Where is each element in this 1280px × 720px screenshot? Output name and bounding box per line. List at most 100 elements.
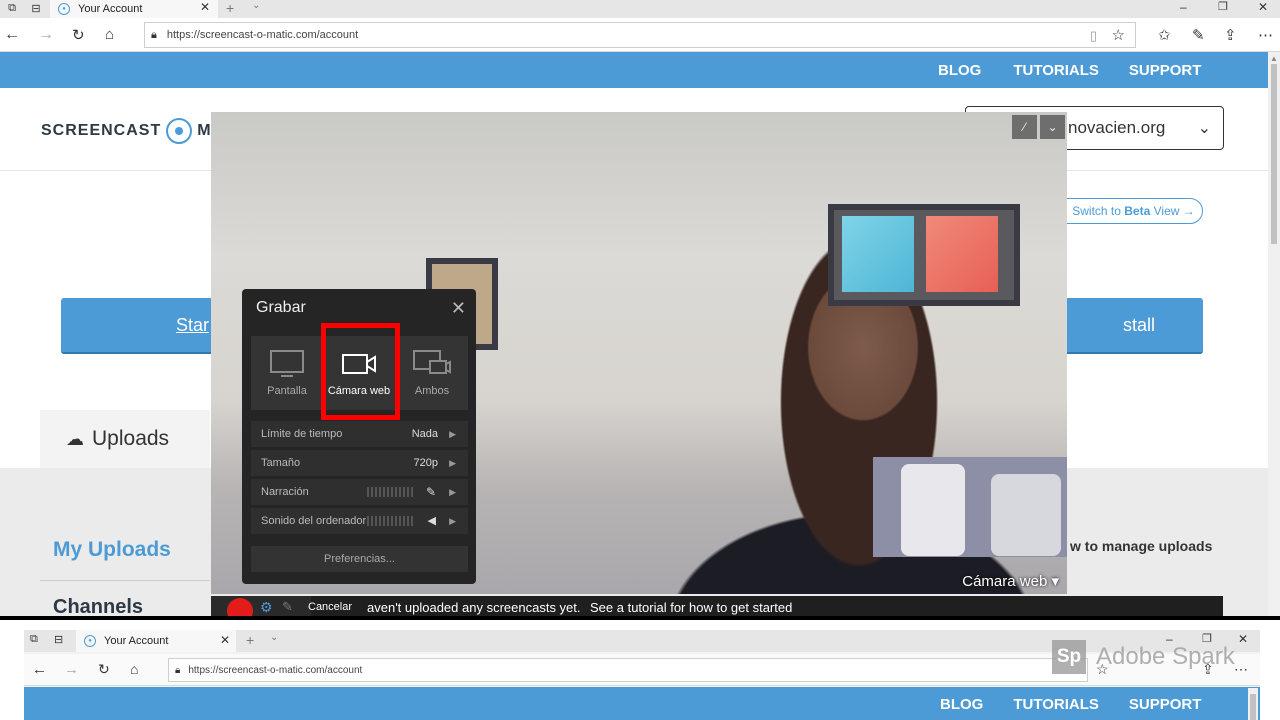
beta-strong: Beta [1124, 204, 1151, 218]
url-text: https://screencast-o-matic.com/account [166, 29, 359, 41]
tab-manager-icon[interactable]: ⧉ [30, 633, 38, 646]
forward-icon[interactable]: → [38, 26, 54, 44]
uploads-divider [40, 580, 210, 581]
forward-icon[interactable]: → [64, 661, 79, 678]
camera-source-label: Cámara web [962, 573, 1048, 590]
refresh-icon[interactable]: ↻ [72, 26, 85, 44]
setting-narration[interactable]: Narración ✎ ▶ [251, 479, 468, 505]
chevron-right-icon: ▶ [449, 428, 456, 439]
camera-effects-button[interactable]: ⁄ [1012, 115, 1037, 139]
home-icon[interactable]: ⌂ [130, 661, 138, 677]
computer-sound-level-meter [367, 516, 415, 526]
address-bar[interactable]: 🔒︎ https://screencast-o-matic.com/accoun… [168, 658, 1088, 682]
setting-computer-sound[interactable]: Sonido del ordenador ◀ ▶ [251, 508, 468, 534]
camera-source-select[interactable]: Cámara web ▾ [962, 572, 1059, 590]
scroll-up-icon[interactable]: ▲ [1270, 54, 1278, 63]
reading-view-icon[interactable]: ▯ [1090, 28, 1097, 44]
tab-manager-icon[interactable]: ⧉ [4, 1, 20, 15]
set-aside-tabs-icon[interactable]: ⊟ [54, 633, 63, 646]
my-uploads-heading[interactable]: My Uploads [53, 538, 171, 562]
chevron-down-icon: ⌄ [1197, 120, 1211, 137]
site-logo[interactable]: SCREENCAST MA [41, 118, 224, 144]
pen-icon[interactable]: ✎ [282, 599, 293, 615]
adobe-spark-logo: Sp [1052, 640, 1086, 674]
more-menu-icon[interactable]: ⋯ [1234, 661, 1248, 678]
nav-support[interactable]: SUPPORT [1129, 696, 1202, 713]
setting-label: Tamaño [261, 457, 301, 469]
lock-icon: 🔒︎ [151, 28, 157, 41]
speaker-icon: ◀ [427, 515, 436, 527]
manage-uploads-link[interactable]: w to manage uploads [1070, 538, 1212, 554]
close-tab-icon[interactable]: ✕ [220, 633, 230, 647]
nav-support[interactable]: SUPPORT [1129, 62, 1202, 79]
recording-control-bar: ⚙ ✎ Cancelar aven't uploaded any screenc… [211, 596, 1223, 616]
close-icon[interactable]: ✕ [451, 298, 466, 319]
favorites-hub-icon[interactable]: ✩ [1158, 26, 1171, 44]
recorder-panel: Grabar ✕ Pantalla Cámara web Ambos Límit… [242, 289, 476, 584]
maximize-icon[interactable]: ❐ [1218, 0, 1228, 13]
close-tab-icon[interactable]: ✕ [200, 0, 210, 14]
new-tab-icon[interactable]: + [246, 632, 254, 648]
tutorial-link[interactable]: See a tutorial for how to get started [590, 600, 792, 615]
tab-your-account[interactable]: ● Your Account ✕ [76, 630, 236, 652]
monitor-icon [270, 350, 304, 377]
more-menu-icon[interactable]: ⋯ [1258, 26, 1273, 44]
start-recording-link[interactable]: Star [176, 315, 209, 336]
favicon-icon: ● [84, 635, 96, 647]
channels-heading[interactable]: Channels [53, 596, 143, 616]
close-window-icon[interactable]: ✕ [1258, 0, 1268, 14]
install-link[interactable]: stall [1123, 315, 1155, 336]
mode-pantalla[interactable]: Pantalla [253, 336, 321, 410]
mode-camara-web[interactable]: Cámara web [325, 336, 393, 410]
screen-and-camera-icon [413, 350, 451, 374]
nav-blog[interactable]: BLOG [938, 62, 981, 79]
logo-circle-icon [166, 118, 193, 144]
sofa-cushion-left [901, 464, 965, 556]
nav-tutorials[interactable]: TUTORIALS [1013, 62, 1099, 79]
browser-window-top: ⧉ ⊟ ● Your Account ✕ + ⌄ – ❐ ✕ ← → ↻ ⌂ 🔒… [0, 0, 1280, 616]
settings-gear-icon[interactable]: ⚙ [260, 599, 273, 616]
tab-preview-icon[interactable]: ⌄ [270, 632, 278, 643]
mode-ambos[interactable]: Ambos [398, 336, 466, 410]
share-icon[interactable]: ⇪ [1224, 26, 1237, 44]
page-scrollbar[interactable]: ▲ [1268, 52, 1280, 616]
tab-your-account[interactable]: ● Your Account ✕ [50, 0, 218, 18]
video-camera-icon [342, 354, 376, 374]
tab-bar: ⧉ ⊟ ● Your Account ✕ + ⌄ – ❐ ✕ [0, 0, 1280, 18]
tab-title: Your Account [78, 3, 143, 15]
home-icon[interactable]: ⌂ [105, 26, 114, 43]
refresh-icon[interactable]: ↻ [98, 661, 110, 678]
scroll-thumb[interactable] [1250, 694, 1256, 720]
close-window-icon[interactable]: ✕ [1238, 632, 1248, 646]
nav-blog[interactable]: BLOG [940, 696, 983, 713]
beta-suffix: View → [1150, 204, 1195, 218]
set-aside-tabs-icon[interactable]: ⊟ [28, 1, 44, 15]
camera-options-dropdown[interactable]: ⌄ [1040, 115, 1065, 139]
setting-value: 720p [413, 457, 438, 469]
video-split-divider [0, 616, 1280, 620]
favorite-star-icon[interactable]: ☆ [1112, 26, 1125, 44]
tab-preview-icon[interactable]: ⌄ [252, 0, 260, 11]
scroll-thumb[interactable] [1271, 64, 1277, 244]
wall-picture-frame-right [828, 204, 1020, 306]
setting-label: Límite de tiempo [261, 428, 343, 440]
cloud-upload-icon: ☁ [66, 428, 84, 449]
account-email: novacien.org [1068, 118, 1166, 137]
new-tab-icon[interactable]: + [226, 0, 234, 16]
cancel-button[interactable]: Cancelar [308, 601, 352, 613]
back-icon[interactable]: ← [4, 26, 20, 44]
address-bar[interactable]: 🔒︎ https://screencast-o-matic.com/accoun… [144, 22, 1136, 48]
nav-tutorials[interactable]: TUTORIALS [1013, 696, 1099, 713]
tab-uploads[interactable]: ☁ Uploads [40, 410, 210, 468]
tab-title: Your Account [104, 635, 169, 647]
butterfly-art-blue [842, 216, 914, 292]
minimize-icon[interactable]: – [1180, 0, 1187, 14]
setting-time-limit[interactable]: Límite de tiempo Nada ▶ [251, 421, 468, 447]
preferences-button[interactable]: Preferencias... [251, 546, 468, 572]
logo-text-left: SCREENCAST [41, 122, 162, 139]
setting-value: Nada [411, 428, 438, 440]
web-note-icon[interactable]: ✎ [1192, 26, 1205, 44]
back-icon[interactable]: ← [32, 661, 47, 678]
outer-scrollbar[interactable] [1248, 688, 1258, 720]
setting-size[interactable]: Tamaño 720p ▶ [251, 450, 468, 476]
